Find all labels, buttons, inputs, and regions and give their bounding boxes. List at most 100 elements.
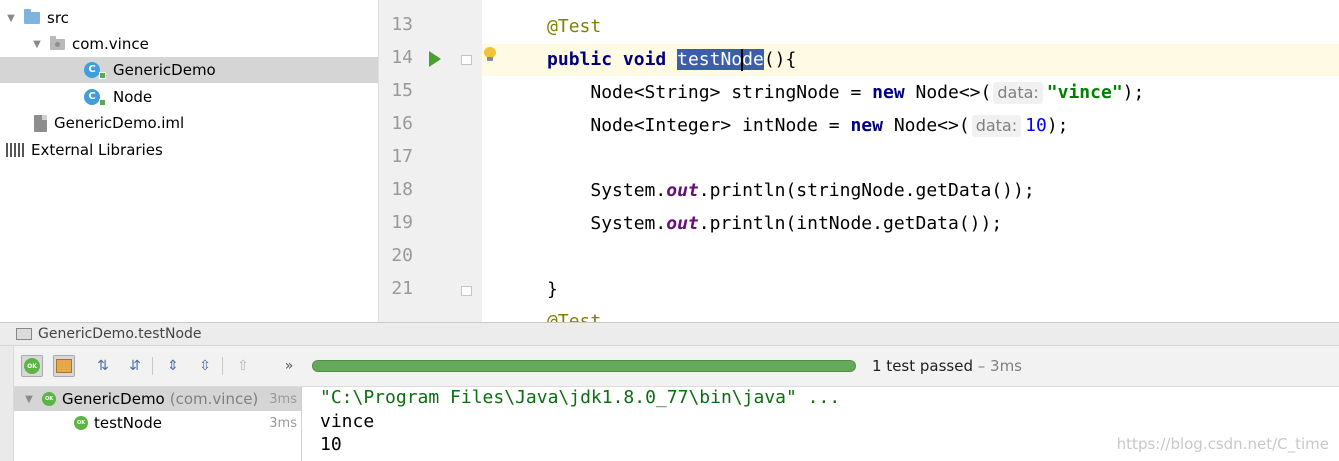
line-number: 18 (391, 179, 413, 200)
test-case-name: testNode (94, 414, 162, 432)
fold-marker-icon[interactable] (461, 286, 472, 296)
sort-duration-icon: ⇵ (129, 358, 141, 374)
toolbar-separator (152, 357, 153, 375)
editor-gutter: 13 14 15 16 17 18 19 20 21 (378, 0, 482, 322)
expand-all-icon: ⇕ (167, 358, 179, 374)
test-suite-package: (com.vince) (169, 390, 259, 408)
code-line-13: @Test (482, 11, 1339, 43)
java-class-icon: C (84, 62, 106, 79)
test-status: 1 test passed – 3ms (872, 357, 1022, 375)
tree-item-label: GenericDemo (113, 61, 216, 79)
line-number: 21 (391, 278, 413, 299)
project-tree: ▼ src ▼ com.vince C GenericDemo C Node G… (0, 0, 378, 322)
sort-alphabetically-button[interactable]: ⇅ (92, 355, 114, 377)
blue-folder-icon (24, 9, 40, 24)
code-line-18: System.out.println(stringNode.getData())… (590, 180, 1035, 201)
code-line-22-partial: @Test (547, 311, 602, 322)
previous-failed-button[interactable]: ⇧ (232, 355, 254, 377)
parameter-hint: data: (993, 82, 1043, 104)
tree-item-iml[interactable]: GenericDemo.iml (0, 110, 378, 136)
java-class-icon: C (84, 89, 106, 106)
run-toolbar: OK ⇅ ⇵ ⇕ ⇳ ⇧ » 1 test passed – 3ms (0, 346, 1339, 387)
ok-icon: OK (24, 358, 40, 374)
selected-method-name: testNode (677, 49, 764, 71)
arrow-up-icon: ⇧ (237, 358, 249, 374)
ok-icon: OK (74, 416, 88, 430)
test-case-row[interactable]: OK testNode 3ms (14, 411, 301, 435)
ok-icon: OK (42, 392, 56, 406)
sort-alpha-icon: ⇅ (97, 358, 109, 374)
test-suite-name: GenericDemo (62, 390, 165, 408)
run-panel-title[interactable]: GenericDemo.testNode (38, 326, 202, 342)
ignored-tests-icon (56, 359, 72, 373)
module-file-icon (34, 114, 47, 132)
console-line-output: 10 (320, 434, 342, 455)
tree-item-label: com.vince (72, 35, 149, 53)
tree-item-genericdemo[interactable]: C GenericDemo (0, 57, 378, 83)
run-test-icon[interactable] (429, 51, 441, 67)
tree-item-com-vince[interactable]: ▼ com.vince (0, 31, 378, 57)
tree-item-external-libraries[interactable]: External Libraries (0, 137, 378, 163)
parameter-hint: data: (971, 115, 1022, 137)
expand-all-button[interactable]: ⇕ (162, 355, 184, 377)
show-passed-button[interactable]: OK (21, 355, 43, 377)
collapse-all-icon: ⇳ (199, 358, 211, 374)
test-suite-row[interactable]: ▼ OK GenericDemo (com.vince) 3ms (14, 387, 301, 411)
test-duration: 3ms (269, 415, 297, 431)
static-field: out (666, 213, 699, 234)
code-line-15: Node<String> stringNode = new Node<>(dat… (590, 82, 1145, 104)
test-duration: 3ms (269, 391, 297, 407)
test-progress-bar (312, 360, 856, 372)
tree-item-label: GenericDemo.iml (54, 114, 185, 132)
run-panel-header: GenericDemo.testNode (0, 322, 1339, 346)
line-number: 16 (391, 113, 413, 134)
toolbar-separator (222, 357, 223, 375)
annotation: @Test (547, 16, 602, 37)
line-number: 19 (391, 212, 413, 233)
line-number: 13 (391, 14, 413, 35)
libraries-icon (6, 143, 24, 157)
test-badge-icon (99, 72, 106, 79)
line-number: 14 (391, 47, 413, 68)
chevron-right-icon: » (284, 358, 294, 374)
intention-bulb-icon[interactable] (484, 47, 496, 62)
console-line-command: "C:\Program Files\Java\jdk1.8.0_77\bin\j… (320, 387, 841, 408)
expand-arrow-icon[interactable]: ▼ (6, 13, 16, 24)
string-literal: "vince" (1046, 82, 1123, 103)
test-progress-fill (313, 361, 855, 371)
test-badge-icon (99, 99, 106, 106)
keyword: new (872, 82, 905, 103)
sort-by-duration-button[interactable]: ⇵ (124, 355, 146, 377)
watermark: https://blog.csdn.net/C_time (1116, 435, 1329, 453)
expand-arrow-icon[interactable]: ▼ (32, 39, 42, 50)
tree-item-label: External Libraries (31, 141, 163, 159)
tree-item-label: Node (113, 88, 153, 106)
code-line-19: System.out.println(intNode.getData()); (590, 213, 1003, 234)
code-line-14: public void testNode(){ (482, 44, 1339, 76)
keyword: public (547, 49, 613, 70)
line-number: 15 (391, 80, 413, 101)
run-side-strip (0, 346, 14, 461)
show-ignored-button[interactable] (53, 355, 75, 377)
static-field: out (666, 180, 699, 201)
tree-item-src[interactable]: ▼ src (0, 5, 378, 31)
number-literal: 10 (1025, 115, 1047, 136)
package-folder-icon (50, 35, 65, 50)
fold-marker-icon[interactable] (461, 55, 472, 65)
line-number: 17 (391, 146, 413, 167)
tree-item-node[interactable]: C Node (0, 84, 378, 110)
tree-item-label: src (47, 9, 69, 27)
more-actions-button[interactable]: » (278, 355, 300, 377)
console-line-output: vince (320, 411, 375, 432)
keyword: new (850, 115, 883, 136)
code-line-16: Node<Integer> intNode = new Node<>(data:… (590, 115, 1069, 137)
run-config-icon (16, 328, 32, 340)
test-results-tree: ▼ OK GenericDemo (com.vince) 3ms OK test… (14, 387, 302, 461)
line-number: 20 (391, 245, 413, 266)
collapse-all-button[interactable]: ⇳ (194, 355, 216, 377)
console-output[interactable]: "C:\Program Files\Java\jdk1.8.0_77\bin\j… (303, 387, 1339, 461)
keyword: void (622, 49, 667, 70)
code-line-21: } (547, 279, 558, 300)
code-editor[interactable]: @Test public void testNode(){ Node<Strin… (482, 0, 1339, 322)
expand-arrow-icon[interactable]: ▼ (24, 394, 34, 405)
